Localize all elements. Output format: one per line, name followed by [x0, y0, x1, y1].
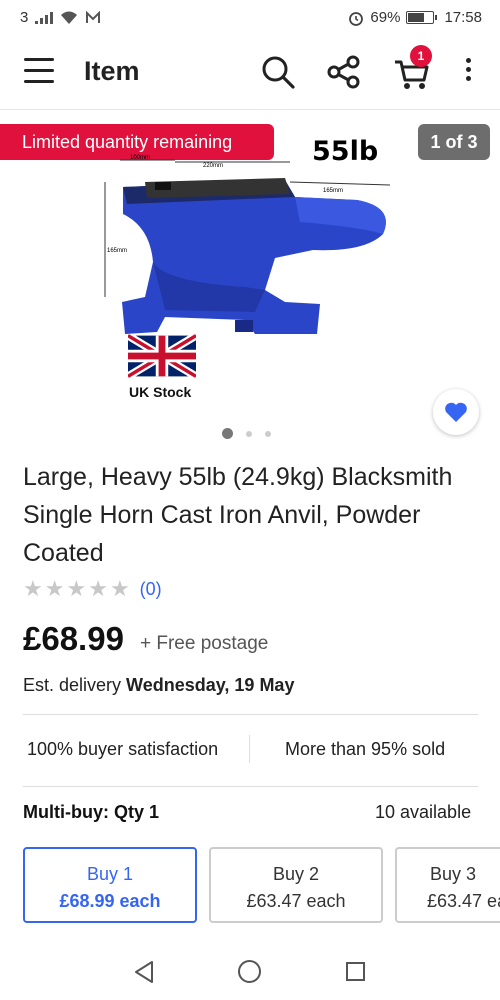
- share-icon[interactable]: [326, 54, 362, 90]
- cart-count-badge: 1: [410, 45, 432, 67]
- delivery-estimate: Est. delivery Wednesday, 19 May: [23, 675, 294, 696]
- page-title: Item: [84, 56, 140, 86]
- system-nav-bar: [0, 942, 500, 1000]
- star-icon: ★: [44, 576, 65, 601]
- dimension-label: 165mm: [107, 248, 127, 254]
- image-gallery[interactable]: Limited quantity remaining 55lb 1 of 3 1…: [0, 112, 500, 452]
- page-dot[interactable]: [246, 430, 252, 437]
- cart-button[interactable]: 1: [392, 45, 432, 92]
- signal-icon: [35, 11, 54, 24]
- multibuy-qty: Buy 1: [86, 864, 134, 884]
- available-count: 10 available: [375, 802, 472, 822]
- divider: [249, 735, 250, 763]
- divider: [23, 786, 478, 787]
- multibuy-price: £63.47 each: [246, 891, 346, 911]
- delivery-prefix: Est. delivery: [23, 675, 127, 695]
- dimension-label: 220mm: [203, 163, 223, 169]
- watch-button[interactable]: [433, 389, 479, 435]
- app-header: Item 1: [0, 36, 500, 110]
- multibuy-option-1[interactable]: Buy 1 £68.99 each: [23, 847, 197, 923]
- page-dot[interactable]: [265, 430, 271, 437]
- home-icon[interactable]: [238, 960, 261, 983]
- battery-icon: [406, 11, 438, 24]
- seller-stats: 100% buyer satisfaction More than 95% so…: [0, 727, 500, 773]
- gallery-pagination: [222, 428, 271, 439]
- postage-label: + Free postage: [140, 633, 269, 654]
- page-dot[interactable]: [222, 428, 233, 439]
- alarm-icon: [349, 11, 364, 26]
- uk-flag-icon: [128, 334, 196, 378]
- multibuy-option-3[interactable]: Buy 3 £63.47 each: [395, 847, 500, 923]
- dimension-label: 100mm: [130, 155, 150, 161]
- carrier-label: 3: [20, 9, 29, 26]
- star-icon: ★: [88, 576, 108, 601]
- multibuy-price: £63.47 each: [427, 891, 500, 911]
- multibuy-price: £68.99 each: [59, 891, 161, 911]
- multibuy-qty: Buy 2: [272, 864, 320, 884]
- dimension-label: 165mm: [323, 188, 343, 194]
- item-title: Large, Heavy 55lb (24.9kg) Blacksmith Si…: [23, 463, 453, 567]
- menu-icon[interactable]: [24, 58, 54, 84]
- buyer-satisfaction: 100% buyer satisfaction: [27, 739, 219, 759]
- mail-icon: [86, 11, 101, 23]
- recent-apps-icon[interactable]: [346, 962, 365, 981]
- rating-row[interactable]: ★ ★ ★ ★ ★ (0): [23, 578, 162, 600]
- status-bar: 3 69% 17:58: [0, 0, 500, 36]
- star-icon: ★: [66, 576, 87, 601]
- divider: [23, 714, 478, 715]
- delivery-date: Wednesday, 19 May: [126, 675, 295, 695]
- battery-percent: 69%: [370, 9, 401, 26]
- uk-stock-label: UK Stock: [129, 384, 192, 400]
- clock: 17:58: [444, 9, 482, 26]
- star-icon: ★: [109, 576, 130, 601]
- search-icon[interactable]: [260, 54, 296, 90]
- back-icon[interactable]: [133, 960, 155, 984]
- multibuy-qty: Buy 3: [430, 864, 477, 884]
- anvil-image: 100mm 220mm 165mm 165mm: [104, 155, 391, 334]
- star-icon: ★: [23, 576, 43, 601]
- sold-percentage: More than 95% sold: [285, 739, 446, 759]
- multibuy-label: Multi-buy: Qty 1: [23, 802, 159, 822]
- item-price: £68.99: [23, 620, 124, 657]
- heart-icon: [445, 402, 467, 422]
- rating-count-link[interactable]: (0): [140, 579, 162, 600]
- image-counter: 1 of 3: [418, 124, 490, 160]
- multibuy-option-2[interactable]: Buy 2 £63.47 each: [209, 847, 383, 923]
- more-options-icon[interactable]: [462, 58, 474, 86]
- wifi-icon: [61, 11, 78, 24]
